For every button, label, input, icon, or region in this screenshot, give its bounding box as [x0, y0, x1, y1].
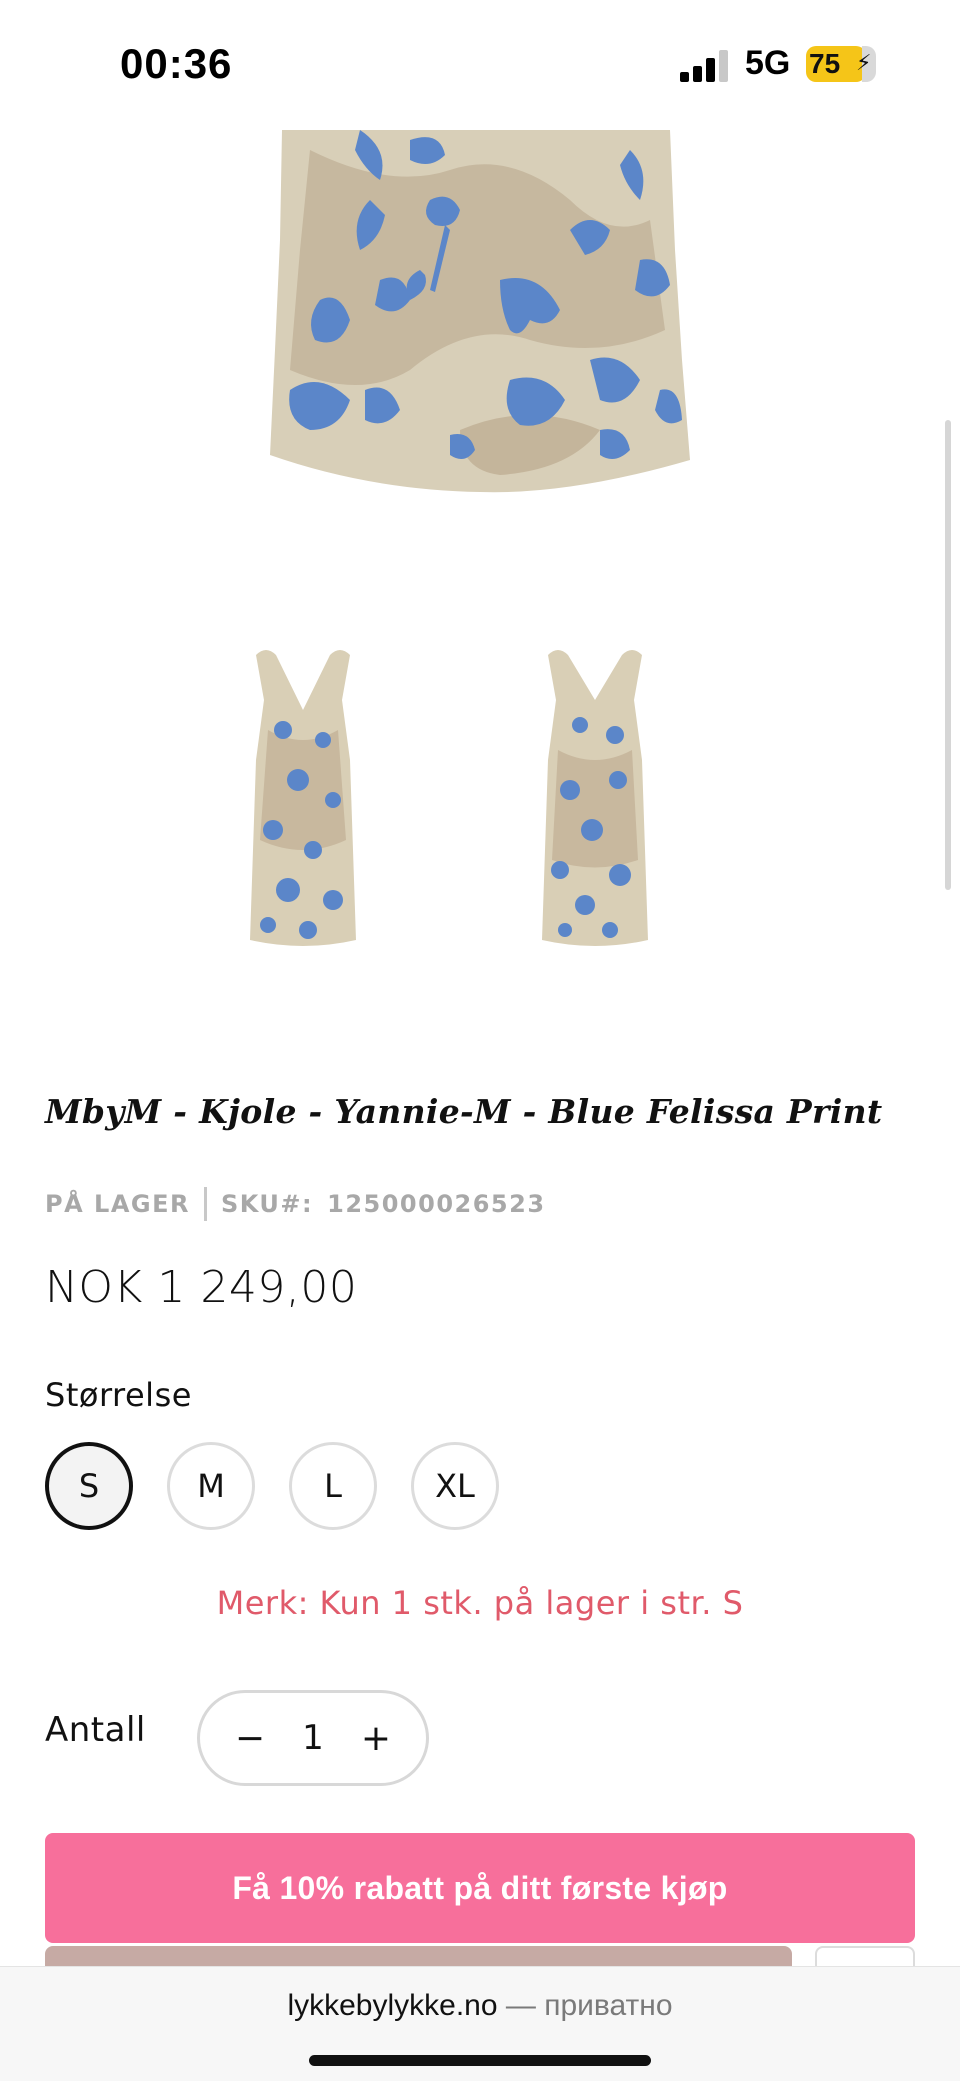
quantity-stepper: − 1 + — [197, 1690, 429, 1786]
increase-quantity-button[interactable]: + — [356, 1718, 396, 1759]
url-domain: lykkebylykke.no — [287, 1989, 498, 2022]
sku-label: SKU#: — [220, 1190, 314, 1218]
cellular-signal-icon — [680, 50, 728, 82]
charging-bolt-icon: ⚡ — [856, 51, 872, 76]
sku-value: 125000026523 — [327, 1190, 546, 1218]
size-selector: S M L XL — [45, 1442, 499, 1530]
battery-level: 75 — [809, 48, 841, 79]
network-type: 5G — [745, 44, 791, 82]
size-option-m[interactable]: M — [167, 1442, 255, 1530]
product-thumbnail-back[interactable] — [530, 640, 660, 960]
add-to-cart-button[interactable] — [45, 1946, 792, 1966]
quantity-value[interactable]: 1 — [302, 1718, 324, 1758]
discount-promo-button[interactable]: Få 10% rabatt på ditt første kjøp — [45, 1833, 915, 1943]
size-label: Størrelse — [45, 1376, 192, 1414]
decrease-quantity-button[interactable]: − — [230, 1718, 270, 1759]
browser-address-bar[interactable]: lykkebylykke.no — приватно — [0, 1966, 960, 2081]
size-option-xl[interactable]: XL — [411, 1442, 499, 1530]
status-time: 00:36 — [120, 40, 233, 87]
scrollbar[interactable] — [945, 420, 951, 890]
stock-sku-row: PÅ LAGER SKU#: 125000026523 — [45, 1186, 546, 1222]
product-main-image[interactable] — [270, 130, 690, 500]
size-option-s[interactable]: S — [45, 1442, 133, 1530]
wishlist-button[interactable] — [815, 1946, 915, 1966]
stock-status: PÅ LAGER — [45, 1190, 190, 1218]
divider — [203, 1187, 207, 1221]
status-bar: 00:36 5G 75 ⚡ — [0, 0, 960, 130]
product-title: MbyM - Kjole - Yannie-M - Blue Felissa P… — [45, 1092, 883, 1131]
product-price: NOK 1 249,00 — [45, 1262, 358, 1313]
private-mode-label: — приватно — [497, 1989, 673, 2022]
url-display[interactable]: lykkebylykke.no — приватно — [0, 1989, 960, 2023]
quantity-label: Antall — [45, 1710, 146, 1750]
battery-icon: 75 ⚡ — [806, 46, 876, 82]
low-stock-note: Merk: Kun 1 stk. på lager i str. S — [216, 1584, 744, 1622]
product-thumbnail-front[interactable] — [238, 640, 368, 960]
size-option-l[interactable]: L — [289, 1442, 377, 1530]
home-indicator[interactable] — [309, 2055, 651, 2066]
